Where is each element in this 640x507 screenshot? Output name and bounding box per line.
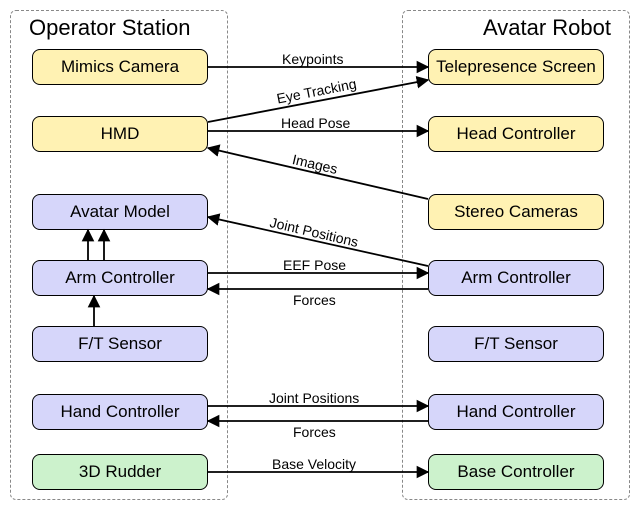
node-arm-controller-right: Arm Controller <box>428 260 604 296</box>
node-ft-sensor-right: F/T Sensor <box>428 326 604 362</box>
edge-label-joint-positions-1: Joint Positions <box>268 214 360 250</box>
node-arm-controller-left: Arm Controller <box>32 260 208 296</box>
node-head-controller: Head Controller <box>428 116 604 152</box>
group-title-left: Operator Station <box>29 15 190 41</box>
edge-label-joint-positions-2: Joint Positions <box>269 390 359 406</box>
edge-label-base-velocity: Base Velocity <box>272 456 356 472</box>
edge-label-head-pose: Head Pose <box>281 115 350 131</box>
edge-label-eef-pose: EEF Pose <box>283 257 346 273</box>
node-hand-controller-right: Hand Controller <box>428 394 604 430</box>
edge-label-images: Images <box>291 151 339 177</box>
edge-label-keypoints: Keypoints <box>282 51 343 67</box>
node-3d-rudder: 3D Rudder <box>32 454 208 490</box>
node-mimics-camera: Mimics Camera <box>32 49 208 85</box>
node-telepresence-screen: Telepresence Screen <box>428 49 604 85</box>
node-hmd: HMD <box>32 116 208 152</box>
node-hand-controller-left: Hand Controller <box>32 394 208 430</box>
edge-label-forces-2: Forces <box>293 424 336 440</box>
edge-label-forces-1: Forces <box>293 292 336 308</box>
node-ft-sensor-left: F/T Sensor <box>32 326 208 362</box>
group-title-right: Avatar Robot <box>483 15 611 41</box>
edge-label-eye-tracking: Eye Tracking <box>275 75 358 106</box>
node-stereo-cameras: Stereo Cameras <box>428 194 604 230</box>
node-base-controller: Base Controller <box>428 454 604 490</box>
node-avatar-model: Avatar Model <box>32 194 208 230</box>
